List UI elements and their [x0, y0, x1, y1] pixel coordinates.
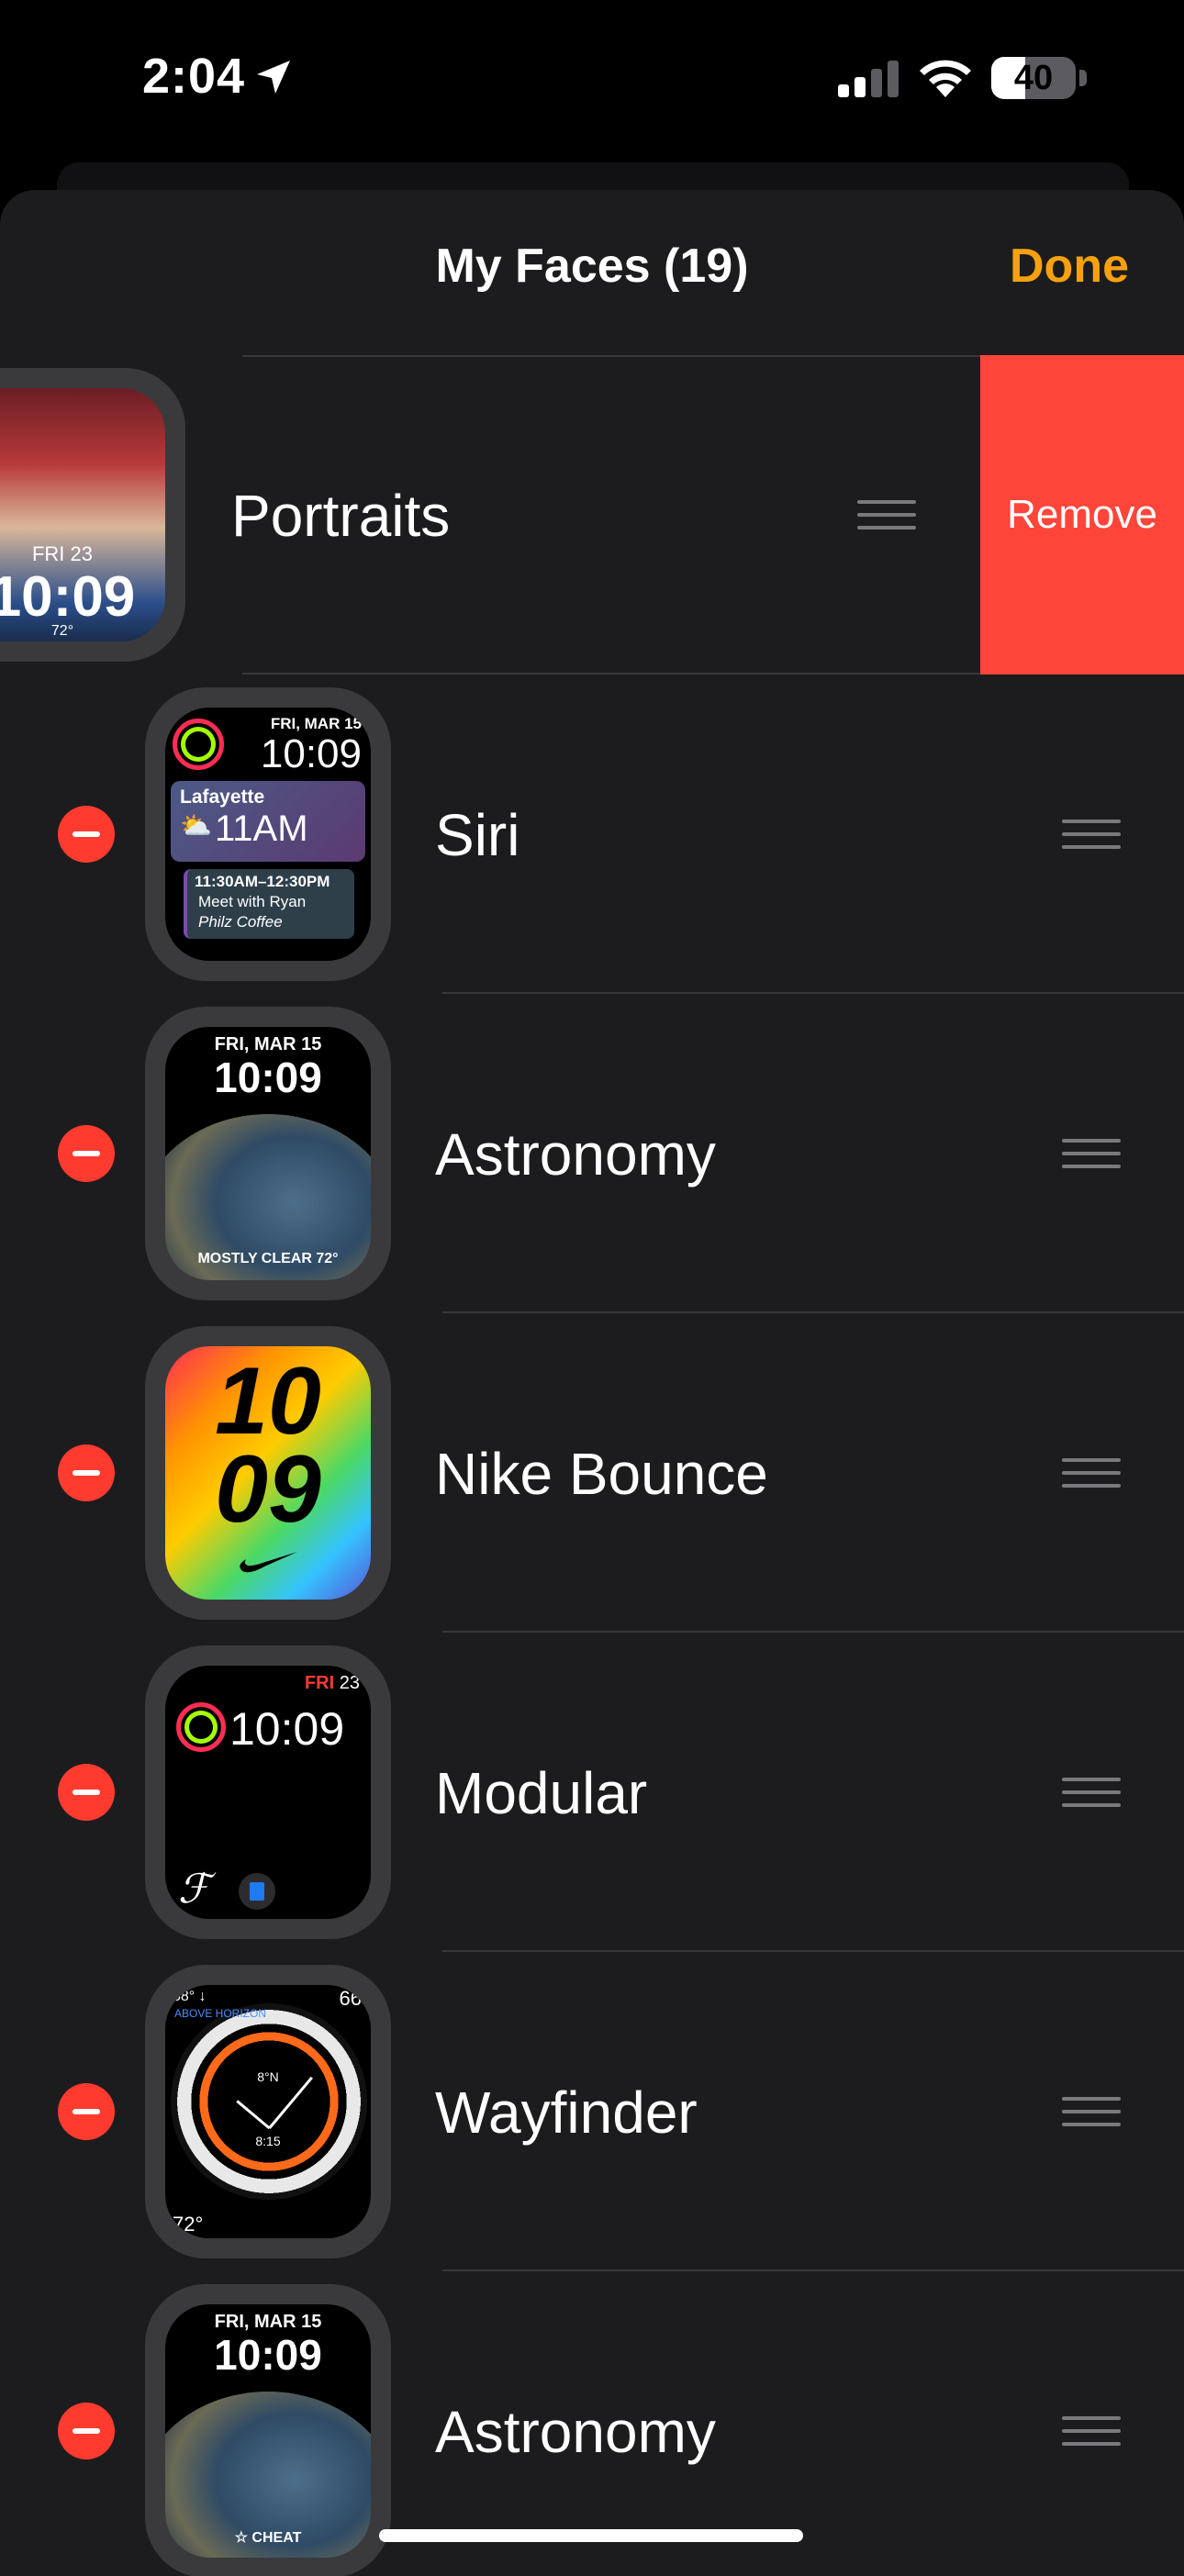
face-row-modular[interactable]: FRI 23 10:09 ℱ Modular: [0, 1633, 1184, 1952]
face-date: FRI, MAR 15: [270, 715, 362, 732]
face-name: Astronomy: [435, 1121, 716, 1188]
face-name: Astronomy: [435, 2399, 716, 2465]
face-time: 10:09: [214, 2331, 322, 2379]
reorder-handle-icon[interactable]: [1062, 1458, 1121, 1488]
face-time: 10:09: [214, 1054, 322, 1101]
face-date: FRI 23: [305, 1673, 360, 1694]
delete-minus-icon[interactable]: [58, 806, 115, 863]
face-date-number: 23: [339, 1673, 360, 1693]
cellular-signal-icon: [838, 61, 899, 97]
weather-place: Lafayette: [180, 786, 265, 808]
home-indicator[interactable]: [379, 2529, 803, 2542]
face-time: 10:09: [260, 731, 362, 776]
face-row-wayfinder[interactable]: 68° ↓ 66 ABOVE HORIZON 8°N 8:15 72° Wayf…: [0, 1952, 1184, 2271]
face-time: 10:09: [229, 1703, 345, 1755]
status-time: 2:04: [142, 49, 246, 104]
face-name: Nike Bounce: [435, 1441, 768, 1507]
my-faces-sheet: My Faces (19) Done FRI 23 10:09 72° Port…: [0, 190, 1184, 2576]
face-name: Modular: [435, 1760, 648, 1826]
activity-rings-icon: [176, 1702, 226, 1752]
done-button[interactable]: Done: [1010, 239, 1129, 294]
watch-face-thumbnail-portraits[interactable]: FRI 23 10:09 72°: [0, 368, 185, 662]
page-title: My Faces (19): [435, 240, 749, 293]
event-place: Philz Coffee: [198, 913, 283, 931]
reorder-handle-icon[interactable]: [1062, 1139, 1121, 1168]
reorder-handle-icon[interactable]: [1062, 2416, 1121, 2446]
row-divider: [242, 355, 980, 357]
calendar-widget: 11:30AM–12:30PM Meet with Ryan Philz Cof…: [184, 869, 354, 939]
event-title: Meet with Ryan: [198, 893, 307, 910]
face-name: Wayfinder: [435, 2080, 698, 2146]
weather-temp: 11AM: [215, 808, 308, 849]
watch-face-thumbnail-nike-bounce[interactable]: 10 09: [145, 1326, 391, 1620]
battery-percentage: 40: [1013, 59, 1054, 97]
reorder-handle-icon[interactable]: [1062, 2097, 1121, 2126]
reorder-handle-icon[interactable]: [1062, 1778, 1121, 1807]
activity-rings-icon: [173, 719, 224, 770]
weather-widget: Lafayette ⛅ 11AM: [171, 781, 365, 862]
status-bar: 2:04 40: [0, 0, 1184, 156]
remove-button[interactable]: Remove: [980, 355, 1184, 675]
location-arrow-icon: [257, 61, 290, 94]
watch-face-thumbnail-wayfinder[interactable]: 68° ↓ 66 ABOVE HORIZON 8°N 8:15 72°: [145, 1965, 391, 2258]
delete-minus-icon[interactable]: [58, 2403, 115, 2459]
face-row-siri[interactable]: FRI, MAR 15 10:09 Lafayette ⛅ 11AM 11:30…: [0, 675, 1184, 994]
face-name: Portraits: [231, 483, 451, 549]
reorder-handle-icon[interactable]: [857, 500, 916, 530]
delete-minus-icon[interactable]: [58, 1764, 115, 1821]
reorder-handle-icon[interactable]: [1062, 820, 1121, 849]
face-top-right: 66: [339, 1987, 362, 2010]
face-center-bottom: 8:15: [255, 2134, 281, 2148]
face-label: ABOVE HORIZON: [174, 2007, 267, 2020]
delete-minus-icon[interactable]: [58, 1125, 115, 1182]
face-date: FRI 23: [31, 542, 94, 565]
watch-face-thumbnail-astronomy[interactable]: FRI, MAR 15 10:09 MOSTLY CLEAR 72°: [145, 1007, 391, 1300]
face-time: 10:09: [0, 565, 136, 629]
battery-icon: 40: [991, 57, 1076, 99]
face-bottom-left: 72°: [173, 2213, 204, 2236]
face-row-nike-bounce[interactable]: 10 09 Nike Bounce: [0, 1313, 1184, 1633]
app-complication: ℱ: [178, 1866, 210, 1912]
sheet-header: My Faces (19) Done: [0, 190, 1184, 355]
event-time: 11:30AM–12:30PM: [195, 873, 330, 890]
face-row-astronomy[interactable]: FRI, MAR 15 10:09 MOSTLY CLEAR 72° Astro…: [0, 994, 1184, 1313]
face-hour: 10: [215, 1348, 321, 1455]
watch-face-thumbnail-siri[interactable]: FRI, MAR 15 10:09 Lafayette ⛅ 11AM 11:30…: [145, 687, 391, 981]
wifi-icon: [920, 60, 971, 97]
face-name: Siri: [435, 802, 520, 868]
battery-tip: [1079, 70, 1087, 86]
face-caption: ☆ CHEAT: [234, 2530, 302, 2546]
nike-swoosh-icon: [240, 1552, 297, 1573]
watch-face-thumbnail-modular[interactable]: FRI 23 10:09 ℱ: [145, 1645, 391, 1939]
delete-minus-icon[interactable]: [58, 1444, 115, 1501]
partly-cloudy-icon: ⛅: [180, 811, 212, 840]
compass-dial: [171, 2003, 367, 2200]
face-day: FRI: [304, 1673, 335, 1693]
watch-face-thumbnail-astronomy[interactable]: FRI, MAR 15 10:09 ☆ CHEAT: [145, 2284, 391, 2576]
face-center-top: 8°N: [257, 2069, 279, 2084]
face-caption: MOSTLY CLEAR 72°: [197, 1251, 339, 1266]
face-top-left: 68° ↓: [173, 1989, 207, 2004]
face-weather: 72°: [50, 623, 74, 639]
maps-complication-icon: [239, 1873, 275, 1910]
face-minute: 09: [215, 1436, 321, 1543]
delete-minus-icon[interactable]: [58, 2083, 115, 2140]
face-row-portraits[interactable]: FRI 23 10:09 72° Portraits Remove: [0, 355, 1184, 675]
